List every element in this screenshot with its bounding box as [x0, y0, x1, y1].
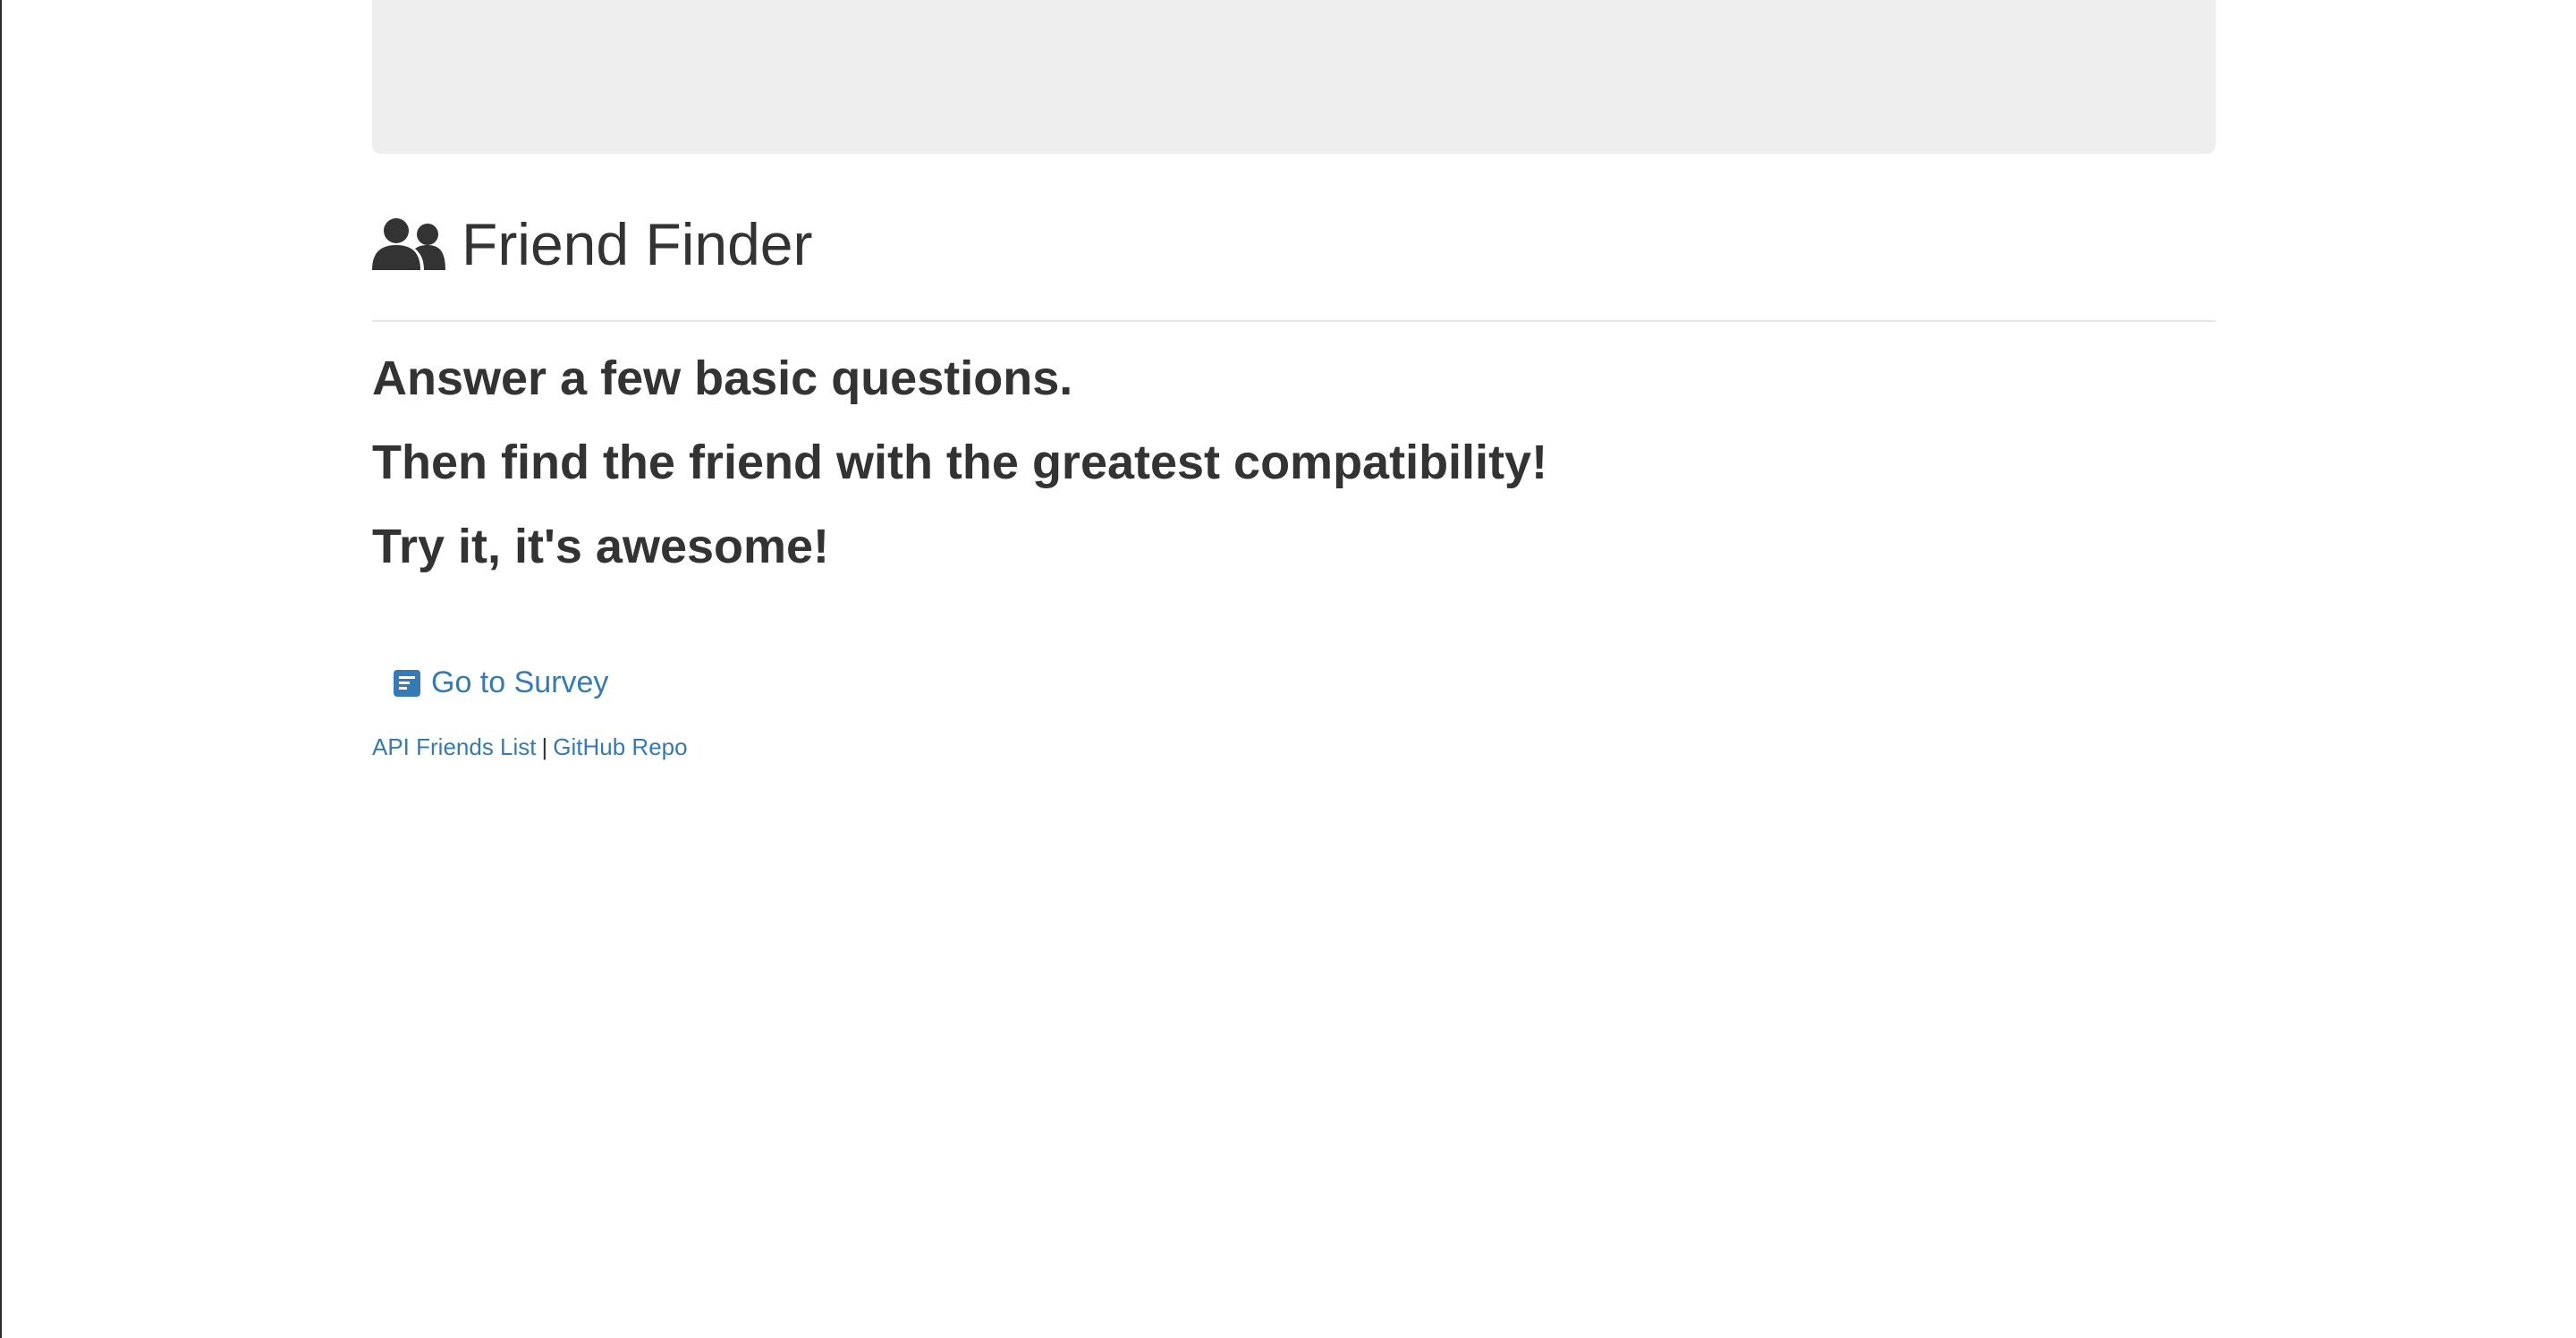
jumbotron-banner — [372, 0, 2216, 154]
go-to-survey-link[interactable]: Go to Survey — [394, 665, 608, 700]
page-header: Friend Finder — [372, 186, 2216, 322]
page-title: Friend Finder — [462, 211, 813, 277]
survey-icon — [394, 669, 420, 697]
intro-line-1: Answer a few basic questions. — [372, 351, 1073, 405]
footer-links: API Friends List | GitHub Repo — [372, 733, 2216, 761]
go-to-survey-label: Go to Survey — [431, 665, 609, 699]
intro-text: Answer a few basic questions. Then find … — [372, 354, 2216, 606]
intro-line-2: Then find the friend with the greatest c… — [372, 436, 1548, 489]
main-container: Friend Finder Answer a few basic questio… — [372, 0, 2216, 761]
users-icon — [372, 218, 445, 270]
footer-separator: | — [541, 733, 548, 760]
api-friends-list-link[interactable]: API Friends List — [372, 733, 537, 760]
github-repo-link[interactable]: GitHub Repo — [553, 733, 687, 760]
intro-line-3: Try it, it's awesome! — [372, 520, 830, 573]
window-left-border — [0, 0, 2, 1338]
